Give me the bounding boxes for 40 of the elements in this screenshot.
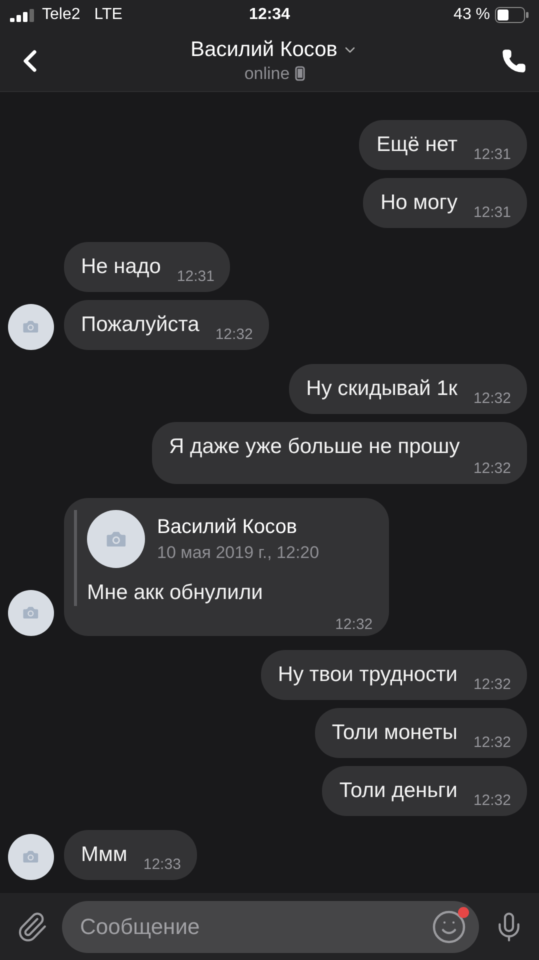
message-text: Не надо bbox=[81, 254, 161, 280]
message-time: 12:32 bbox=[473, 460, 511, 478]
message-text: Ммм bbox=[81, 842, 128, 868]
avatar-icon[interactable] bbox=[8, 834, 54, 880]
message-text: Толи монеты bbox=[332, 720, 458, 746]
call-icon[interactable] bbox=[501, 48, 527, 74]
message-time: 12:32 bbox=[473, 676, 511, 694]
clock: 12:34 bbox=[249, 6, 290, 24]
battery-icon bbox=[495, 7, 530, 23]
message-text: Я даже уже больше не прошу bbox=[169, 434, 460, 460]
message-time: 12:32 bbox=[335, 616, 373, 634]
forwarded-date: 10 мая 2019 г., 12:20 bbox=[157, 542, 320, 562]
message-time: 12:32 bbox=[473, 390, 511, 408]
signal-icon bbox=[10, 8, 36, 22]
message-text: Мне акк обнулили bbox=[87, 580, 264, 606]
message-text: Ну твои трудности bbox=[278, 662, 458, 688]
message-time: 12:31 bbox=[473, 204, 511, 222]
battery-percent: 43 % bbox=[454, 6, 490, 24]
contact-name[interactable]: Василий Косов bbox=[190, 38, 338, 62]
carrier-name: Tele2 bbox=[42, 6, 80, 24]
emoji-icon[interactable] bbox=[431, 908, 467, 944]
avatar-icon[interactable] bbox=[8, 304, 54, 350]
network-type: LTE bbox=[94, 6, 122, 24]
forwarded-author: Василий Косов bbox=[157, 516, 298, 538]
message-time: 12:32 bbox=[215, 326, 253, 344]
message-time: 12:31 bbox=[176, 268, 214, 286]
phone-device-icon bbox=[294, 66, 305, 81]
attach-icon[interactable] bbox=[16, 910, 48, 942]
message-text: Ещё нет bbox=[376, 132, 458, 158]
message-text: Пожалуйста bbox=[81, 312, 200, 338]
message-time: 12:31 bbox=[473, 146, 511, 164]
message-time: 12:32 bbox=[473, 792, 511, 810]
message-time: 12:32 bbox=[473, 734, 511, 752]
avatar-icon[interactable] bbox=[8, 590, 54, 636]
online-status: online bbox=[244, 64, 290, 84]
message-time: 12:33 bbox=[143, 856, 181, 874]
message-text: Ну скидывай 1к bbox=[306, 376, 458, 402]
message-text: Но могу bbox=[380, 190, 458, 216]
message-text: Толи деньги bbox=[339, 778, 458, 804]
message-field[interactable]: Сообщение bbox=[62, 900, 479, 952]
